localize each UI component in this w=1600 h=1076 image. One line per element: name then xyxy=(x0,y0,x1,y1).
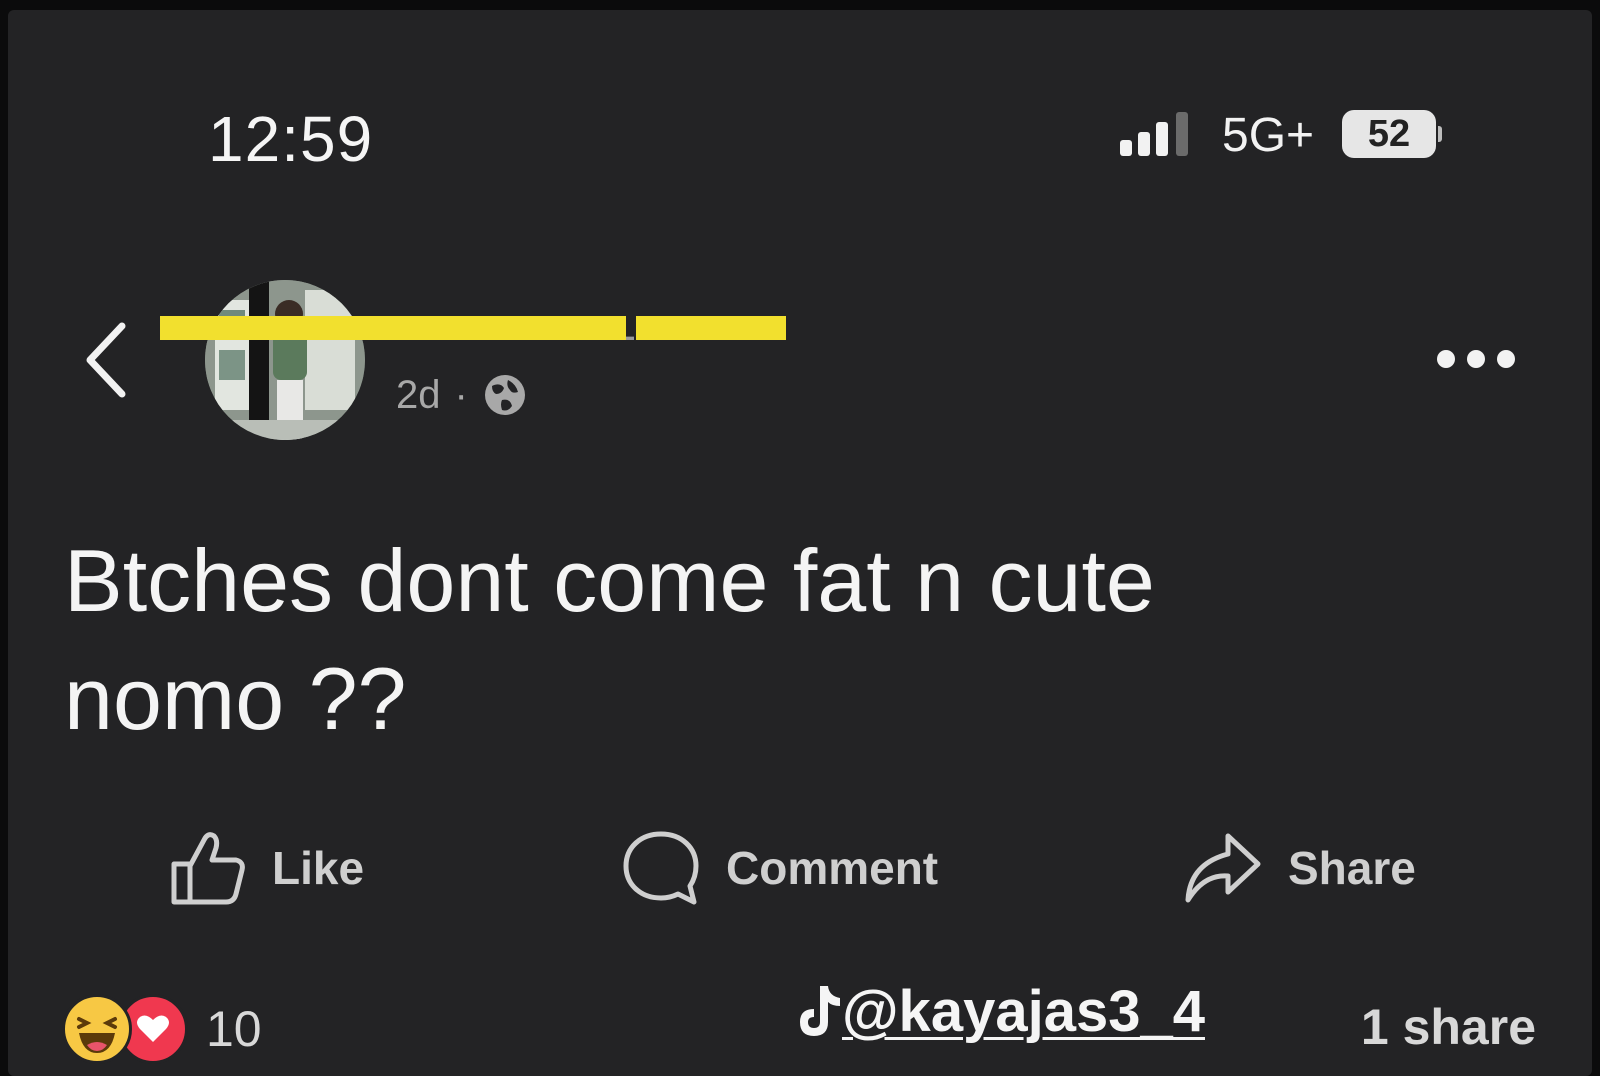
comment-label: Comment xyxy=(726,842,939,894)
meta-separator: · xyxy=(454,372,468,417)
comment-button[interactable]: Comment xyxy=(620,826,938,910)
comment-bubble-icon xyxy=(623,831,699,905)
share-label: Share xyxy=(1288,842,1416,894)
back-chevron-icon[interactable] xyxy=(82,320,136,400)
post-text: Btches dont come fat n cute nomo ?? xyxy=(64,522,1464,758)
post-age: 2d xyxy=(396,372,441,417)
post-meta: 2d · xyxy=(396,372,528,418)
like-button[interactable]: Like xyxy=(168,826,364,910)
battery-icon: 52 xyxy=(1342,110,1442,158)
post-text-line: Btches dont come fat n cute xyxy=(64,531,1155,630)
watermark-username: @kayajas3_4 xyxy=(842,979,1205,1044)
thumbs-up-icon xyxy=(171,832,245,905)
redaction-bar xyxy=(636,316,786,340)
redaction-bar xyxy=(160,316,626,340)
reactions-summary[interactable]: 10 xyxy=(62,994,262,1064)
share-count[interactable]: 1 share xyxy=(1361,998,1536,1056)
share-button[interactable]: Share xyxy=(1180,826,1416,910)
reaction-count: 10 xyxy=(206,1001,262,1057)
tiktok-logo-icon xyxy=(800,985,840,1036)
like-label: Like xyxy=(272,842,365,894)
signal-strength-icon xyxy=(1120,112,1188,156)
avatar[interactable] xyxy=(205,280,365,440)
tiktok-watermark: @kayajas3_4 xyxy=(794,978,1205,1045)
globe-icon[interactable] xyxy=(482,372,528,418)
status-time: 12:59 xyxy=(208,103,374,175)
network-type: 5G+ xyxy=(1222,109,1315,162)
more-options-icon[interactable] xyxy=(1434,346,1518,372)
phone-screen: 12:59 5G+ 52 ▬▬▬▬▬▬ 2d · xyxy=(8,10,1592,1076)
share-arrow-icon xyxy=(1185,833,1261,903)
haha-reaction-icon xyxy=(62,994,132,1064)
post-text-line: nomo ?? xyxy=(64,649,407,748)
battery-level: 52 xyxy=(1367,112,1411,155)
